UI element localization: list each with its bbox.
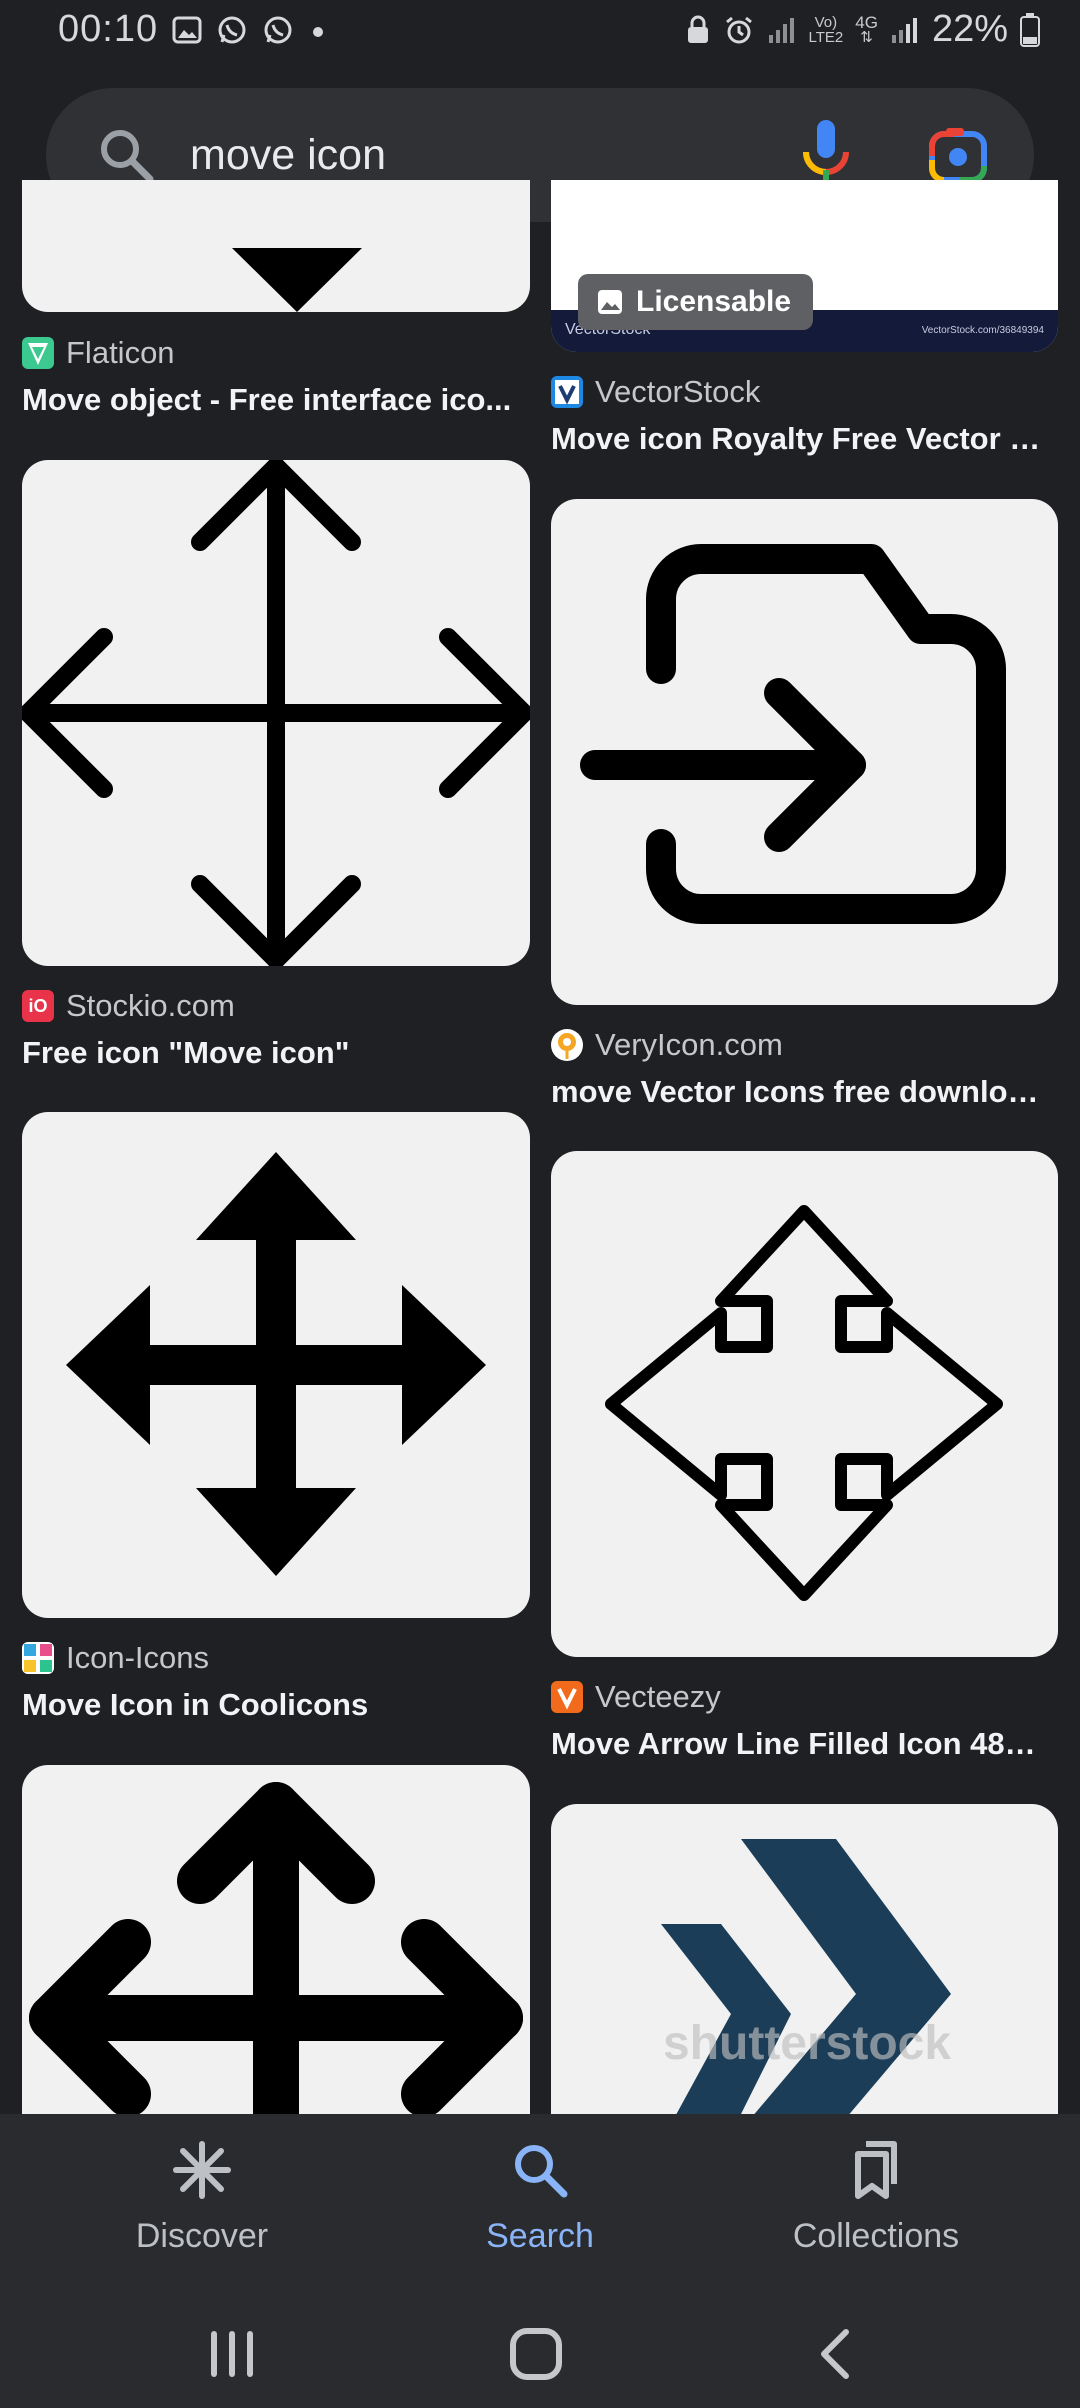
result-image[interactable]: shutterstock <box>551 1804 1058 2124</box>
veryicon-favicon <box>551 1029 583 1061</box>
result-source[interactable]: Icon-Icons <box>22 1640 209 1676</box>
nav-search[interactable]: Search <box>420 2138 660 2256</box>
licensable-badge: Licensable <box>578 274 814 330</box>
collections-icon <box>855 2141 897 2199</box>
result-image[interactable] <box>22 180 530 312</box>
search-icon[interactable] <box>94 123 158 187</box>
recent-apps-icon[interactable] <box>206 2328 258 2380</box>
watermark-id: VectorStock.com/36849394 <box>921 325 1044 336</box>
dot-icon <box>313 27 323 37</box>
flaticon-favicon <box>22 337 54 369</box>
down-triangle-icon <box>232 248 362 312</box>
result-image[interactable] <box>22 460 530 966</box>
asterisk-icon <box>173 2141 231 2199</box>
stockio-favicon: iO <box>22 990 54 1022</box>
vecteezy-favicon <box>551 1681 583 1713</box>
data-indicator: 4G ⇅ <box>855 12 878 46</box>
lock-icon <box>687 15 708 43</box>
status-bar: 00:10 Vo) LTE2 4G ⇅ 22% <box>0 0 1080 64</box>
vectorstock-favicon <box>551 376 583 408</box>
nav-search-label: Search <box>486 2217 594 2255</box>
system-status: Vo) LTE2 4G ⇅ 22% <box>685 8 1040 51</box>
result-title[interactable]: Move Icon in Coolicons <box>22 1687 512 1723</box>
result-source[interactable]: VectorStock <box>551 374 760 410</box>
result-source[interactable]: Flaticon <box>22 335 175 371</box>
signal-icon <box>891 17 917 43</box>
four-way-arrow-rounded-icon <box>29 1782 523 2125</box>
status-time: 00:10 <box>58 8 159 50</box>
result-title[interactable]: Move object - Free interface ico... <box>22 382 512 418</box>
result-image[interactable] <box>22 1765 530 2125</box>
network-type: Vo) LTE2 <box>808 13 844 46</box>
double-chevron-icon <box>661 1839 951 2124</box>
image-icon <box>598 290 622 314</box>
result-source[interactable]: VeryIcon.com <box>551 1027 783 1063</box>
result-source[interactable]: iO Stockio.com <box>22 988 235 1024</box>
result-source[interactable]: Vecteezy <box>551 1679 721 1715</box>
gallery-icon <box>172 16 202 44</box>
result-title[interactable]: Free icon "Move icon" <box>22 1035 512 1071</box>
nav-collections[interactable]: Collections <box>756 2138 996 2256</box>
four-way-arrow-filled-icon <box>66 1152 486 1576</box>
result-title[interactable]: Move icon Royalty Free Vector I... <box>551 421 1041 457</box>
home-icon[interactable] <box>508 2326 564 2382</box>
alarm-icon <box>725 16 752 43</box>
result-title[interactable]: Move Arrow Line Filled Icon 485... <box>551 1726 1041 1762</box>
four-way-arrow-line-icon <box>22 460 530 966</box>
battery-icon <box>1020 12 1040 47</box>
result-image[interactable] <box>22 1112 530 1618</box>
back-icon[interactable] <box>816 2326 856 2382</box>
watermark: shutterstock <box>663 2017 952 2070</box>
whatsapp-icon <box>218 16 246 44</box>
signal-icon <box>768 17 794 43</box>
bottom-navigation: Discover Search Collections <box>0 2114 1080 2302</box>
nav-collections-label: Collections <box>792 2217 960 2255</box>
icon-icons-favicon <box>22 1642 54 1674</box>
four-way-arrow-outline-icon <box>605 1205 1003 1601</box>
nav-discover[interactable]: Discover <box>82 2138 322 2256</box>
result-image[interactable] <box>551 499 1058 1005</box>
result-title[interactable]: move Vector Icons free downloa... <box>551 1074 1041 1110</box>
result-image[interactable] <box>551 1151 1058 1657</box>
nav-discover-label: Discover <box>135 2217 269 2255</box>
notification-icons <box>172 14 328 46</box>
whatsapp-icon <box>264 16 292 44</box>
search-icon <box>515 2145 568 2198</box>
system-navigation-bar <box>0 2302 1080 2408</box>
battery-percent: 22% <box>931 8 1008 50</box>
move-to-folder-icon <box>580 544 1006 924</box>
google-lens-icon[interactable] <box>926 126 990 186</box>
